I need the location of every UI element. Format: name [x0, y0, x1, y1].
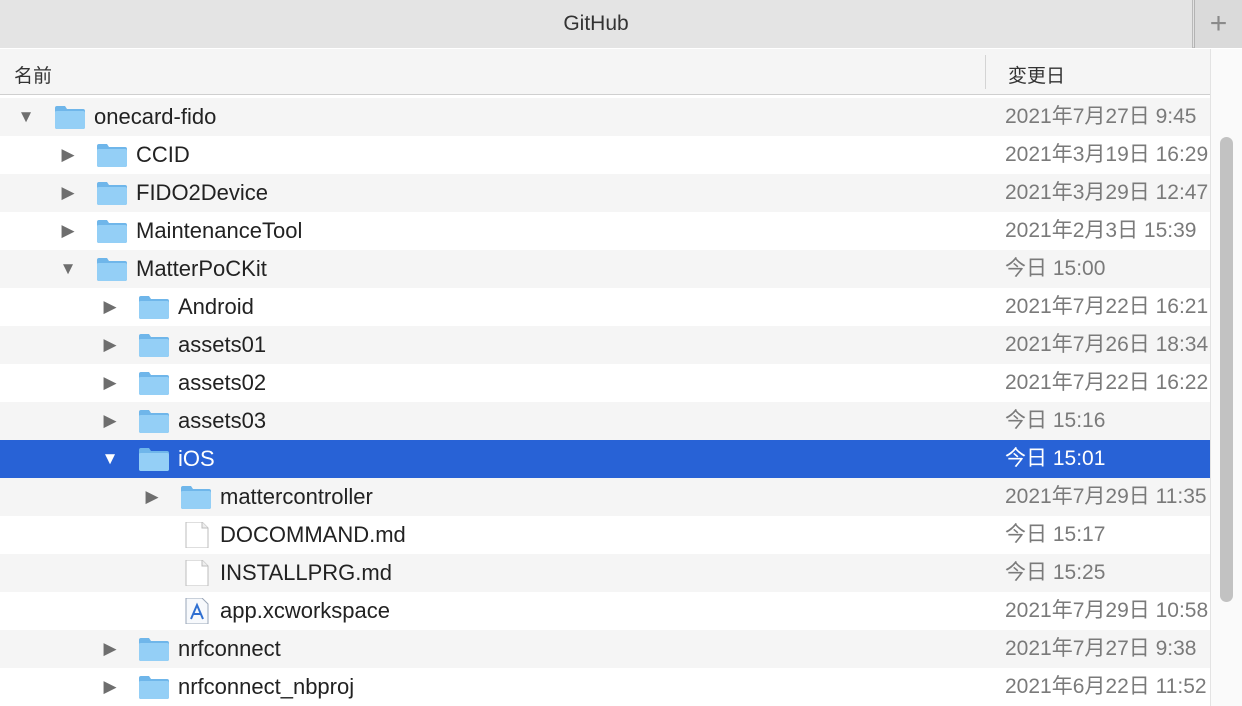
- column-header-name[interactable]: 名前: [14, 61, 52, 88]
- file-row[interactable]: ▶ FIDO2Device 2021年3月29日 12:47: [0, 174, 1210, 212]
- file-name: nrfconnect_nbproj: [178, 674, 355, 699]
- file-name: nrfconnect: [178, 636, 281, 661]
- file-row[interactable]: ▼ onecard-fido 2021年7月27日 9:45: [0, 98, 1210, 136]
- file-row[interactable]: ▶ CCID 2021年3月19日 16:29: [0, 136, 1210, 174]
- file-name: CCID: [136, 142, 190, 167]
- disclosure-collapsed-icon[interactable]: ▶: [100, 630, 120, 668]
- file-row[interactable]: ▶ assets01 2021年7月26日 18:34: [0, 326, 1210, 364]
- modified-date: 今日 15:16: [1005, 409, 1106, 432]
- modified-date: 2021年7月29日 10:58: [1005, 599, 1209, 622]
- folder-icon: [138, 332, 170, 358]
- file-row[interactable]: DOCOMMAND.md 今日 15:17: [0, 516, 1210, 554]
- file-row[interactable]: ▼ MatterPoCKit 今日 15:00: [0, 250, 1210, 288]
- folder-icon: [138, 636, 170, 662]
- vertical-scrollbar[interactable]: [1210, 49, 1242, 706]
- modified-date: 2021年3月29日 12:47: [1005, 181, 1209, 204]
- disclosure-expanded-icon[interactable]: ▼: [58, 250, 78, 288]
- disclosure-collapsed-icon[interactable]: ▶: [100, 668, 120, 706]
- column-header-date[interactable]: 変更日: [1008, 61, 1065, 88]
- document-icon: [180, 521, 212, 549]
- tab-github[interactable]: GitHub: [0, 0, 1193, 48]
- modified-date: 2021年6月22日 11:52: [1005, 675, 1207, 698]
- file-name: INSTALLPRG.md: [220, 560, 392, 585]
- file-name: MaintenanceTool: [136, 218, 303, 243]
- file-row[interactable]: ▶ assets02 2021年7月22日 16:22: [0, 364, 1210, 402]
- folder-icon: [54, 104, 86, 130]
- file-row[interactable]: ▼ iOS 今日 15:01: [0, 440, 1210, 478]
- modified-date: 今日 15:17: [1005, 523, 1106, 546]
- file-row[interactable]: app.xcworkspace 2021年7月29日 10:58: [0, 592, 1210, 630]
- folder-icon: [96, 256, 128, 282]
- file-name: assets02: [178, 370, 267, 395]
- tab-bar: GitHub +: [0, 0, 1242, 48]
- file-list: ▼ onecard-fido 2021年7月27日 9:45 ▶ CCID 2021年3月…: [0, 98, 1210, 706]
- folder-icon: [96, 142, 128, 168]
- folder-icon: [180, 484, 212, 510]
- modified-date: 2021年3月19日 16:29: [1005, 143, 1209, 166]
- modified-date: 2021年7月22日 16:22: [1005, 371, 1209, 394]
- modified-date: 2021年7月26日 18:34: [1005, 333, 1209, 356]
- file-name: assets01: [178, 332, 267, 357]
- modified-date: 2021年2月3日 15:39: [1005, 219, 1197, 242]
- modified-date: 今日 15:25: [1005, 561, 1106, 584]
- file-row[interactable]: ▶ mattercontroller 2021年7月29日 11:35: [0, 478, 1210, 516]
- file-name: Android: [178, 294, 254, 319]
- folder-icon: [96, 218, 128, 244]
- file-row[interactable]: ▶ nrfconnect 2021年7月27日 9:38: [0, 630, 1210, 668]
- file-name: app.xcworkspace: [220, 598, 390, 623]
- disclosure-collapsed-icon[interactable]: ▶: [58, 174, 78, 212]
- file-name: FIDO2Device: [136, 180, 269, 205]
- file-row[interactable]: ▶ MaintenanceTool 2021年2月3日 15:39: [0, 212, 1210, 250]
- file-name: assets03: [178, 408, 267, 433]
- tab-title: GitHub: [563, 12, 629, 35]
- modified-date: 2021年7月22日 16:21: [1005, 295, 1209, 318]
- file-name: onecard-fido: [94, 104, 217, 129]
- disclosure-expanded-icon[interactable]: ▼: [100, 440, 120, 478]
- xcode-workspace-icon: [180, 597, 212, 625]
- column-divider[interactable]: [985, 55, 986, 89]
- column-header: 名前 変更日: [0, 49, 1210, 95]
- disclosure-collapsed-icon[interactable]: ▶: [100, 288, 120, 326]
- folder-icon: [96, 180, 128, 206]
- disclosure-expanded-icon[interactable]: ▼: [16, 98, 36, 136]
- disclosure-collapsed-icon[interactable]: ▶: [100, 326, 120, 364]
- modified-date: 2021年7月27日 9:38: [1005, 637, 1197, 660]
- disclosure-collapsed-icon[interactable]: ▶: [100, 364, 120, 402]
- file-row[interactable]: ▶ Android 2021年7月22日 16:21: [0, 288, 1210, 326]
- disclosure-collapsed-icon[interactable]: ▶: [142, 478, 162, 516]
- folder-icon: [138, 408, 170, 434]
- new-tab-button[interactable]: +: [1194, 0, 1242, 48]
- folder-icon: [138, 294, 170, 320]
- folder-icon: [138, 446, 170, 472]
- file-row[interactable]: ▶ assets03 今日 15:16: [0, 402, 1210, 440]
- file-row[interactable]: INSTALLPRG.md 今日 15:25: [0, 554, 1210, 592]
- modified-date: 2021年7月29日 11:35: [1005, 485, 1207, 508]
- file-name: DOCOMMAND.md: [220, 522, 406, 547]
- scrollbar-thumb[interactable]: [1220, 137, 1233, 602]
- modified-date: 今日 15:01: [1005, 447, 1106, 470]
- disclosure-collapsed-icon[interactable]: ▶: [100, 402, 120, 440]
- file-name: mattercontroller: [220, 484, 373, 509]
- folder-icon: [138, 370, 170, 396]
- disclosure-collapsed-icon[interactable]: ▶: [58, 212, 78, 250]
- disclosure-collapsed-icon[interactable]: ▶: [58, 136, 78, 174]
- file-row[interactable]: ▶ nrfconnect_nbproj 2021年6月22日 11:52: [0, 668, 1210, 706]
- folder-icon: [138, 674, 170, 700]
- modified-date: 2021年7月27日 9:45: [1005, 105, 1197, 128]
- file-name: MatterPoCKit: [136, 256, 267, 281]
- file-name: iOS: [178, 446, 215, 471]
- document-icon: [180, 559, 212, 587]
- plus-icon: +: [1209, 7, 1228, 40]
- modified-date: 今日 15:00: [1005, 257, 1106, 280]
